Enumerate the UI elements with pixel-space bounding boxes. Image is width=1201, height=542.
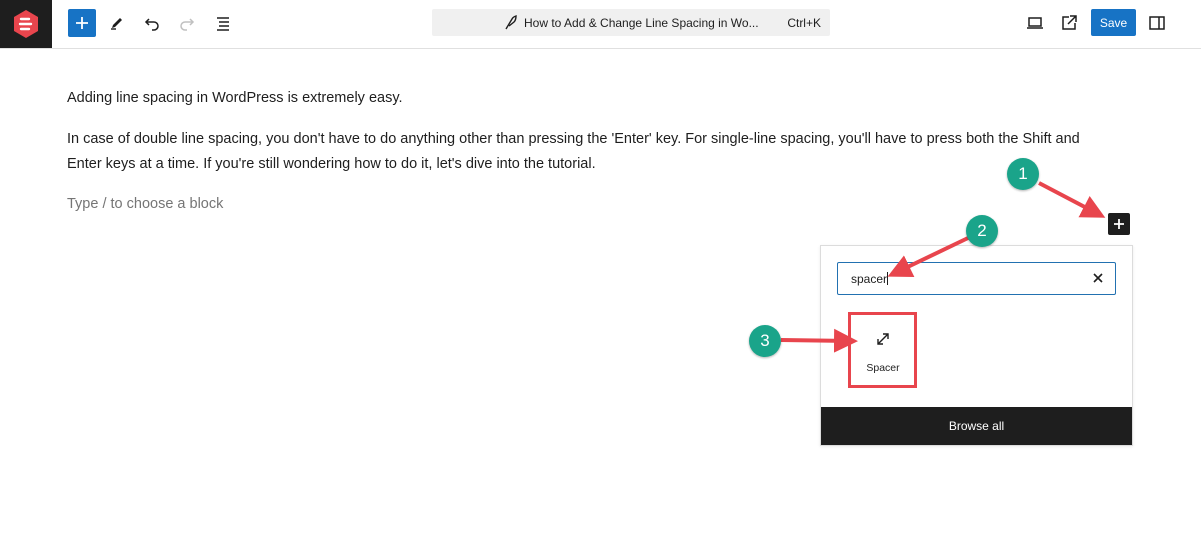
add-block-button[interactable] — [1108, 213, 1130, 235]
step-badge-2: 2 — [966, 215, 998, 247]
paragraph-block[interactable]: Adding line spacing in WordPress is extr… — [67, 86, 1137, 111]
editor-header: How to Add & Change Line Spacing in Wo..… — [0, 0, 1201, 49]
browse-all-button[interactable]: Browse all — [821, 407, 1132, 445]
view-post-button[interactable] — [1055, 9, 1083, 37]
block-inserter-toggle[interactable] — [68, 9, 96, 37]
redo-button[interactable] — [173, 9, 201, 37]
tools-button[interactable] — [103, 9, 131, 37]
preview-button[interactable] — [1021, 9, 1049, 37]
plus-icon — [76, 17, 88, 29]
undo-button[interactable] — [138, 9, 166, 37]
step-badge-1: 1 — [1007, 158, 1039, 190]
document-overview-button[interactable] — [209, 9, 237, 37]
step-badge-3: 3 — [749, 325, 781, 357]
wordpress-site-icon — [14, 10, 38, 38]
plus-icon — [1114, 219, 1124, 229]
block-search-input[interactable]: spacer — [837, 262, 1116, 295]
site-logo[interactable] — [0, 0, 52, 48]
document-title: How to Add & Change Line Spacing in Wo..… — [524, 16, 759, 30]
paragraph-line: Enter keys at a time. If you're still wo… — [67, 156, 596, 172]
paragraph-line: In case of double line spacing, you don'… — [67, 131, 1080, 147]
save-button[interactable]: Save — [1091, 9, 1136, 36]
command-palette-bar[interactable]: How to Add & Change Line Spacing in Wo..… — [432, 9, 830, 36]
paragraph-block[interactable]: In case of double line spacing, you don'… — [67, 127, 1137, 177]
search-value: spacer — [851, 272, 888, 286]
empty-block-placeholder[interactable]: Type / to choose a block — [67, 192, 1137, 217]
undo-icon — [144, 18, 159, 31]
keyboard-shortcut: Ctrl+K — [787, 16, 821, 30]
text-caret — [887, 272, 889, 285]
feather-icon — [505, 15, 517, 30]
editor-canvas: Adding line spacing in WordPress is extr… — [67, 86, 1137, 217]
list-view-icon — [217, 17, 229, 31]
redo-icon — [180, 18, 195, 31]
sidebar-icon — [1149, 16, 1165, 30]
settings-sidebar-toggle[interactable] — [1143, 9, 1171, 37]
laptop-icon — [1027, 17, 1043, 29]
highlight-box — [848, 312, 917, 388]
close-icon[interactable] — [1091, 271, 1105, 285]
external-link-icon — [1062, 15, 1077, 30]
pencil-icon — [111, 18, 122, 30]
